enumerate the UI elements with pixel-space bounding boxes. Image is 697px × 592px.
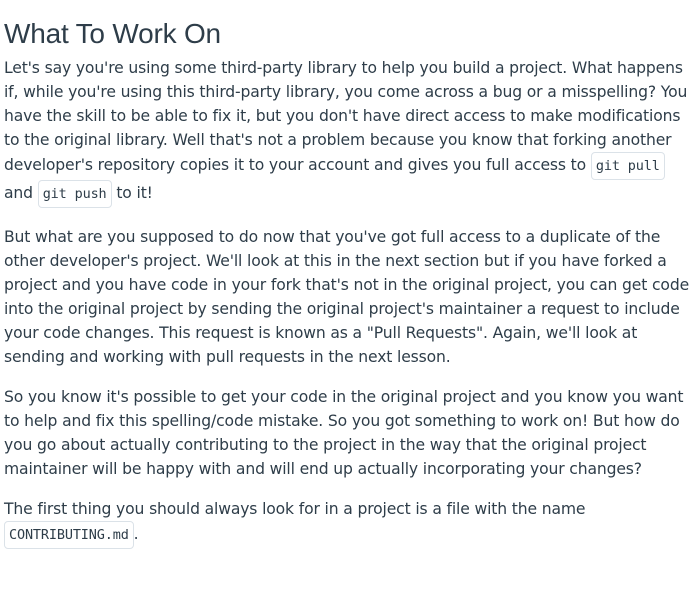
- paragraph-text: and: [4, 184, 33, 202]
- paragraph-text: The first thing you should always look f…: [4, 500, 586, 518]
- paragraph-punctuation: .: [133, 525, 139, 543]
- inline-code-git-pull: git pull: [590, 152, 665, 180]
- paragraph-contributing-file: The first thing you should always look f…: [4, 497, 693, 549]
- inline-code-git-push: git push: [37, 180, 112, 208]
- paragraph-pull-requests: But what are you supposed to do now that…: [4, 228, 690, 366]
- paragraph-contributing: So you know it's possible to get your co…: [4, 388, 684, 478]
- paragraph-text: to it!: [116, 184, 153, 202]
- lesson-content: What To Work On Let's say you're using s…: [0, 17, 697, 549]
- inline-code-contributing-md: CONTRIBUTING.md: [4, 521, 134, 549]
- paragraph-forking: Let's say you're using some third-party …: [4, 56, 693, 208]
- page-title: What To Work On: [4, 18, 221, 49]
- paragraph-text: Let's say you're using some third-party …: [4, 59, 688, 174]
